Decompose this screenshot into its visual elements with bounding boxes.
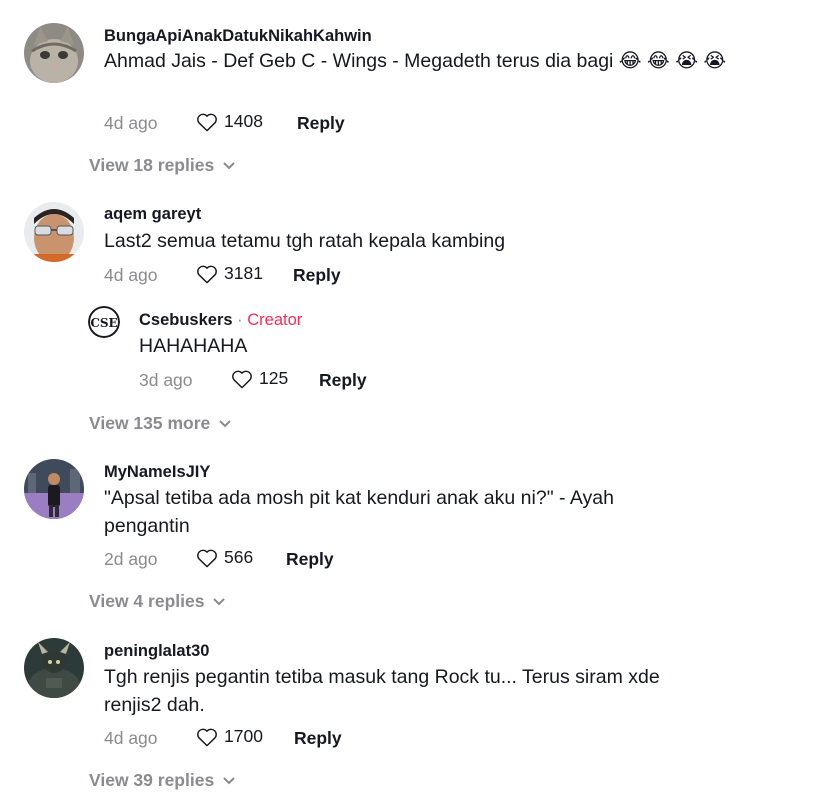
comment-timestamp: 4d ago [104,265,158,285]
view-replies-button[interactable]: View 4 replies [89,591,226,612]
reply-username[interactable]: Csebuskers · Creator [139,311,302,330]
view-more-replies-button[interactable]: View 135 more [89,413,232,434]
like-count: 1408 [224,111,263,131]
chevron-down-icon [219,419,231,427]
reply-text: HAHAHAHA [139,335,248,357]
avatar[interactable] [24,23,84,83]
creator-avatar[interactable]: CSE [88,306,120,338]
creator-badge: Creator [247,311,303,329]
like-button[interactable]: 566 [196,547,253,568]
avatar[interactable] [24,638,84,698]
like-button[interactable]: 1700 [196,726,263,747]
reply-timestamp: 3d ago [139,370,193,390]
comment-text: "Apsal tetiba ada mosh pit kat kenduri a… [104,487,614,537]
view-replies-label: View 4 replies [89,591,205,611]
reply-button[interactable]: Reply [294,728,342,749]
comment-text: Last2 semua tetamu tgh ratah kepala kamb… [104,230,506,252]
view-replies-label: View 18 replies [89,155,215,175]
chevron-down-icon [223,776,235,784]
reply-button[interactable]: Reply [297,113,345,134]
reply-button[interactable]: Reply [286,549,334,570]
comment-text: Ahmad Jais - Def Geb C - Wings - Megadet… [104,50,727,72]
reply-username-text: Csebuskers [139,311,233,329]
like-count: 1700 [224,726,263,746]
like-count: 3181 [224,263,263,283]
avatar[interactable] [24,202,84,262]
heart-outline-icon [197,265,217,283]
comment-username[interactable]: aqem gareyt [104,205,201,224]
svg-text:CSE: CSE [90,316,117,330]
view-replies-label: View 135 more [89,413,211,433]
heart-outline-icon [197,113,217,131]
comment-timestamp: 4d ago [104,728,158,748]
reply-button[interactable]: Reply [319,370,367,391]
like-count: 125 [259,368,289,388]
comment-text: Tgh renjis pegantin tetiba masuk tang Ro… [104,666,660,716]
comment-username[interactable]: MyNameIsJIY [104,463,210,482]
like-button[interactable]: 125 [231,368,288,389]
chevron-down-icon [223,161,235,169]
heart-outline-icon [197,728,217,746]
view-replies-button[interactable]: View 18 replies [89,155,236,176]
reply-button[interactable]: Reply [293,265,341,286]
like-count: 566 [224,547,254,567]
creator-separator: · [237,311,243,329]
view-replies-label: View 39 replies [89,770,215,790]
comment-timestamp: 2d ago [104,549,158,569]
comment-username[interactable]: peninglalat30 [104,642,209,661]
comment-username[interactable]: BungaApiAnakDatukNikahKahwin [104,27,372,46]
avatar[interactable] [24,459,84,519]
comment-timestamp: 4d ago [104,113,158,133]
heart-outline-icon [197,549,217,567]
like-button[interactable]: 1408 [196,111,263,132]
heart-outline-icon [232,370,252,388]
chevron-down-icon [213,597,226,605]
view-replies-button[interactable]: View 39 replies [89,770,236,791]
like-button[interactable]: 3181 [196,263,263,284]
